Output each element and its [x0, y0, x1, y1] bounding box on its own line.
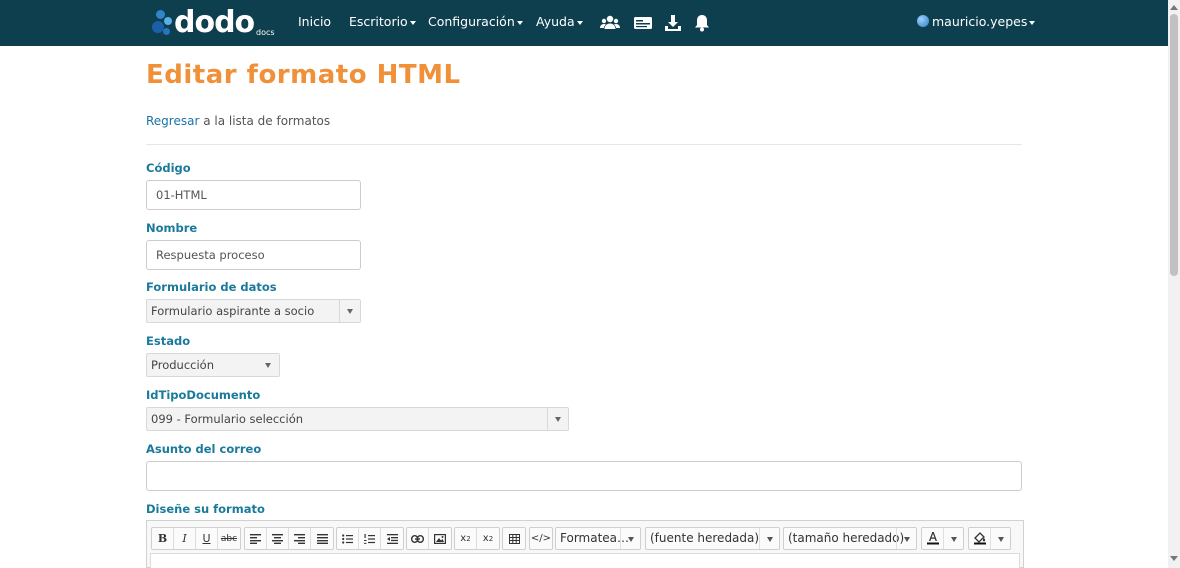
nav-ayuda-label: Ayuda	[536, 14, 575, 29]
link-icon[interactable]	[407, 528, 429, 549]
nav-configuracion[interactable]: Configuración	[428, 14, 523, 29]
asunto-input[interactable]	[146, 461, 1022, 491]
table-group	[502, 527, 526, 550]
italic-icon[interactable]: I	[174, 528, 196, 549]
align-group	[244, 527, 334, 550]
chevron-down-icon[interactable]	[547, 408, 568, 430]
code-view-icon[interactable]: </>	[530, 528, 552, 549]
code-group: </>	[529, 527, 553, 550]
download-icon[interactable]	[663, 13, 683, 33]
highlight-color-icon	[974, 532, 986, 545]
tipo-documento-label: IdTipoDocumento	[146, 388, 261, 402]
size-dropdown[interactable]: (tamaño heredado)	[783, 527, 917, 550]
align-left-icon[interactable]	[245, 528, 267, 549]
formulario-label: Formulario de datos	[146, 280, 277, 294]
back-text: a la lista de formatos	[199, 114, 331, 128]
dodo-logo[interactable]: dodo docs	[152, 5, 276, 40]
chevron-down-icon[interactable]	[990, 528, 1010, 549]
format-dropdown[interactable]: Formatea…	[555, 527, 641, 550]
globe-icon	[917, 15, 929, 27]
nav-escritorio[interactable]: Escritorio	[349, 14, 416, 29]
chevron-down-icon	[409, 20, 416, 25]
text-color-dropdown[interactable]	[921, 527, 964, 550]
tipo-documento-select-value: 099 - Formulario selección	[151, 412, 304, 426]
estado-label: Estado	[146, 334, 191, 348]
user-menu[interactable]: mauricio.yepes	[917, 14, 1036, 29]
back-link[interactable]: Regresar	[146, 114, 199, 128]
top-navbar: dodo docs Inicio Escritorio Configuració…	[0, 0, 1168, 46]
disenio-label: Diseñe su formato	[146, 502, 265, 516]
page-title: Editar formato HTML	[146, 60, 461, 90]
align-center-icon[interactable]	[267, 528, 289, 549]
chevron-down-icon	[1029, 20, 1036, 25]
formulario-select[interactable]: Formulario aspirante a socio	[146, 299, 361, 323]
chevron-down-icon[interactable]	[339, 300, 360, 322]
subscript-icon[interactable]: x2	[455, 528, 477, 549]
nav-ayuda[interactable]: Ayuda	[536, 14, 583, 29]
table-icon[interactable]	[503, 528, 525, 549]
strikethrough-icon[interactable]: abc	[218, 528, 240, 549]
asunto-label: Asunto del correo	[146, 442, 262, 456]
image-icon[interactable]	[429, 528, 451, 549]
chevron-down-icon[interactable]	[896, 528, 916, 549]
vertical-scrollbar[interactable]	[1168, 0, 1180, 568]
list-group	[336, 527, 404, 550]
underline-icon[interactable]: U	[196, 528, 218, 549]
estado-select[interactable]: Producción	[146, 353, 280, 377]
card-icon[interactable]	[633, 13, 653, 33]
format-dropdown-label: Formatea…	[560, 531, 630, 545]
chevron-down-icon[interactable]	[943, 528, 963, 549]
bell-icon[interactable]	[692, 13, 712, 33]
scroll-up-icon[interactable]	[1170, 5, 1178, 10]
users-icon[interactable]	[600, 13, 620, 33]
font-dropdown-label: (fuente heredada)	[650, 531, 760, 545]
codigo-label: Código	[146, 161, 191, 175]
nav-escritorio-label: Escritorio	[349, 14, 408, 29]
chevron-down-icon	[576, 20, 583, 25]
script-group: x2 x2	[454, 527, 500, 550]
chevron-down-icon	[516, 20, 523, 25]
nav-inicio-label: Inicio	[298, 14, 332, 29]
user-name: mauricio.yepes	[932, 14, 1028, 29]
logo-text: dodo	[174, 5, 255, 40]
text-style-group: B I U abc	[151, 527, 241, 550]
chevron-down-icon[interactable]	[620, 528, 640, 549]
editor-content-area[interactable]	[150, 553, 1020, 568]
size-dropdown-label: (tamaño heredado)	[788, 531, 905, 545]
scroll-down-icon[interactable]	[1170, 556, 1178, 561]
nav-inicio[interactable]: Inicio	[298, 14, 331, 29]
divider	[146, 144, 1022, 145]
background-color-dropdown[interactable]	[968, 527, 1011, 550]
align-right-icon[interactable]	[289, 528, 311, 549]
bold-icon[interactable]: B	[152, 528, 174, 549]
formulario-select-value: Formulario aspirante a socio	[151, 304, 315, 318]
outdent-icon[interactable]	[381, 528, 403, 549]
nav-configuracion-label: Configuración	[428, 14, 515, 29]
superscript-icon[interactable]: x2	[477, 528, 499, 549]
bullet-list-icon[interactable]	[337, 528, 359, 549]
chevron-down-icon[interactable]	[258, 354, 279, 376]
align-justify-icon[interactable]	[311, 528, 333, 549]
text-color-icon	[927, 532, 939, 545]
font-dropdown[interactable]: (fuente heredada)	[645, 527, 780, 550]
back-line: Regresar a la lista de formatos	[146, 114, 330, 128]
nombre-input[interactable]: Respuesta proceso	[146, 240, 361, 270]
numbered-list-icon[interactable]	[359, 528, 381, 549]
chevron-down-icon[interactable]	[759, 528, 779, 549]
logo-subtext: docs	[256, 28, 275, 37]
insert-group	[406, 527, 452, 550]
tipo-documento-select[interactable]: 099 - Formulario selección	[146, 407, 569, 431]
codigo-input[interactable]: 01-HTML	[146, 180, 361, 210]
estado-select-value: Producción	[151, 358, 214, 372]
scrollbar-thumb[interactable]	[1170, 14, 1178, 276]
nombre-label: Nombre	[146, 221, 198, 235]
